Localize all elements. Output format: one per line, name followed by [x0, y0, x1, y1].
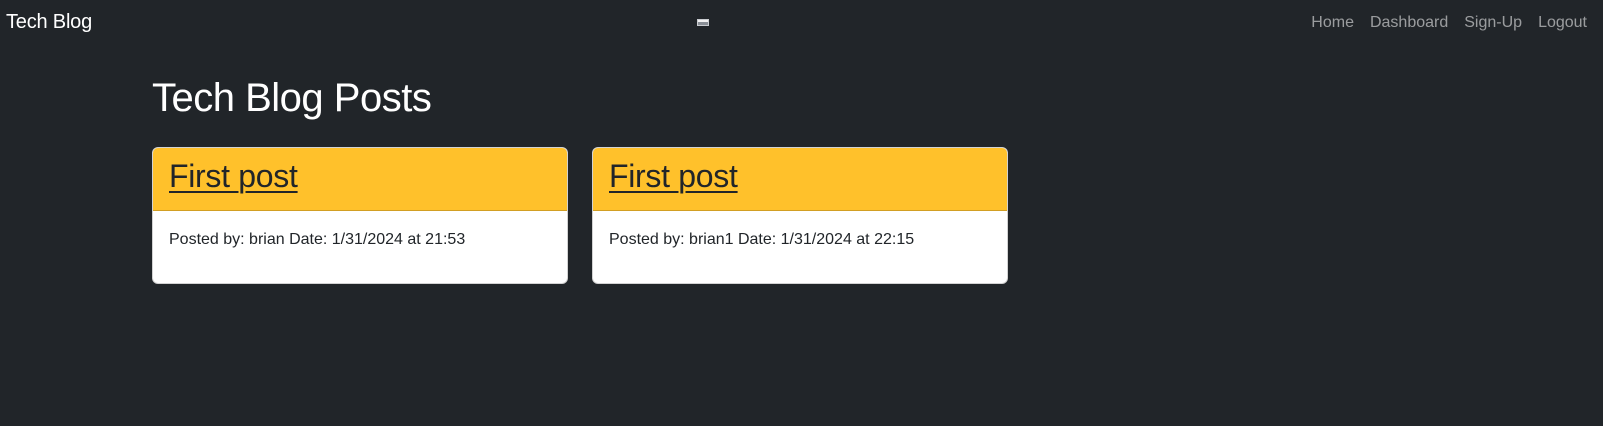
post-meta: Posted by: brian1 Date: 1/31/2024 at 22:… [609, 231, 915, 248]
nav-link-sign-up[interactable]: Sign-Up [1464, 14, 1522, 32]
nav-link-dashboard[interactable]: Dashboard [1370, 14, 1448, 32]
post-card: First post Posted by: brian Date: 1/31/2… [152, 147, 568, 284]
post-list: First post Posted by: brian Date: 1/31/2… [152, 147, 1008, 284]
post-title-link[interactable]: First post [609, 158, 738, 194]
post-meta: Posted by: brian Date: 1/31/2024 at 21:5… [169, 231, 466, 248]
nav-link-logout[interactable]: Logout [1538, 14, 1587, 32]
post-card-header: First post [593, 148, 1007, 211]
brand-link[interactable]: Tech Blog [6, 11, 92, 34]
post-card-header: First post [153, 148, 567, 211]
page-title: Tech Blog Posts [152, 76, 432, 120]
broken-image-icon [697, 19, 709, 26]
navbar: Tech Blog Home Dashboard Sign-Up Logout [0, 0, 1603, 46]
nav-link-home[interactable]: Home [1311, 14, 1354, 32]
post-card: First post Posted by: brian1 Date: 1/31/… [592, 147, 1008, 284]
post-title-link[interactable]: First post [169, 158, 298, 194]
nav-links: Home Dashboard Sign-Up Logout [1311, 14, 1587, 32]
